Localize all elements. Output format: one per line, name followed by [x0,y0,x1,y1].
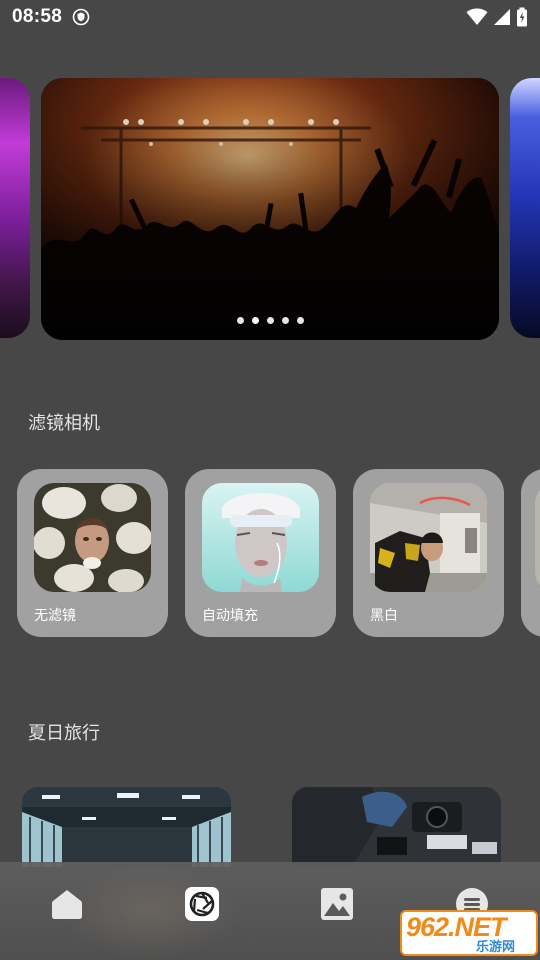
filter-card-more[interactable] [521,469,540,637]
status-time: 08:58 [12,6,63,27]
filter-thumbnail [202,483,319,592]
filter-card-black-white[interactable]: 黑白 [353,469,504,637]
filter-card-label: 无滤镜 [34,608,76,624]
carousel-slide-concert[interactable] [41,78,499,340]
nav-home-button[interactable] [49,888,85,924]
filter-card-label: 黑白 [370,608,398,624]
signal-icon [493,8,511,26]
carousel-prev-slide[interactable] [0,78,30,338]
filter-thumbnail [370,483,487,592]
home-icon [50,887,84,925]
shield-icon [72,8,90,26]
banner-carousel[interactable] [0,78,540,342]
summer-photo-camera-gear[interactable] [292,787,501,867]
filter-card-no-filter[interactable]: 无滤镜 [17,469,168,637]
filter-card-label: 自动填充 [202,608,258,624]
nav-gallery-button[interactable] [319,888,355,924]
wifi-icon [466,8,488,26]
carousel-dot[interactable] [236,317,244,324]
carousel-next-slide[interactable] [510,78,540,338]
summer-photo-tunnel[interactable] [22,787,231,867]
carousel-dot[interactable] [281,317,289,324]
status-bar: 08:58 [0,0,540,34]
section-title-summer-trip: 夏日旅行 [28,723,100,744]
battery-icon [516,7,528,27]
filter-card-auto-fill[interactable]: 自动填充 [185,469,336,637]
watermark-subtitle: 乐游网 [476,940,516,955]
concert-photo [41,78,499,340]
filter-thumbnail [34,483,151,592]
nav-camera-button[interactable] [184,886,220,926]
carousel-dot[interactable] [251,317,259,324]
camera-aperture-icon [184,886,220,926]
watermark-logo: 962.NET 乐游网 [400,908,540,960]
status-icons [466,7,528,27]
carousel-dot[interactable] [266,317,274,324]
image-icon [320,887,354,925]
filter-card-list[interactable]: 无滤镜 自动填充 黑白 [17,469,540,637]
carousel-pagination [41,317,499,324]
carousel-dot[interactable] [296,317,304,324]
section-title-filter-camera: 滤镜相机 [28,413,100,434]
filter-thumbnail [535,483,540,592]
